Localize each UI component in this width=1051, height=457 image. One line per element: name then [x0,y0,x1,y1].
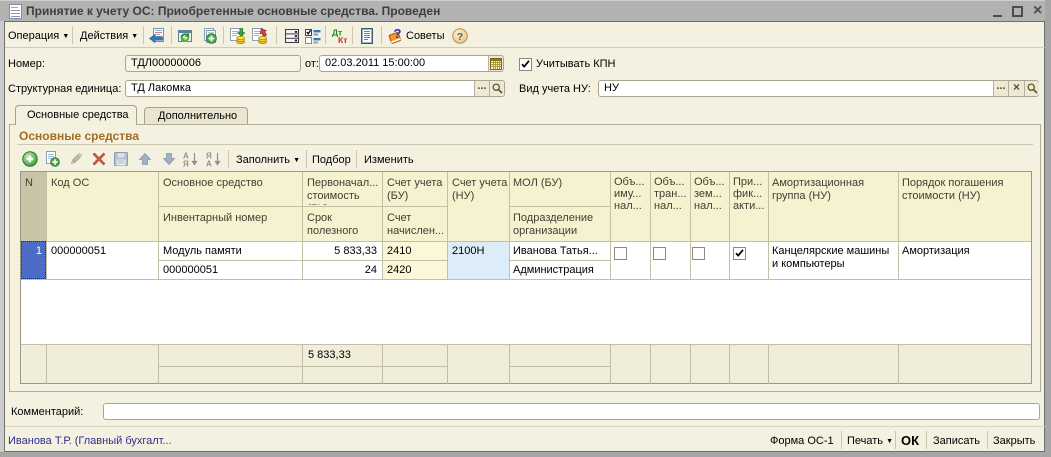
svg-text:Кт: Кт [338,35,347,44]
svg-text:А: А [206,160,212,168]
svg-text:Я: Я [183,160,189,168]
svg-text:?: ? [394,27,402,41]
svg-text:?: ? [457,31,463,43]
